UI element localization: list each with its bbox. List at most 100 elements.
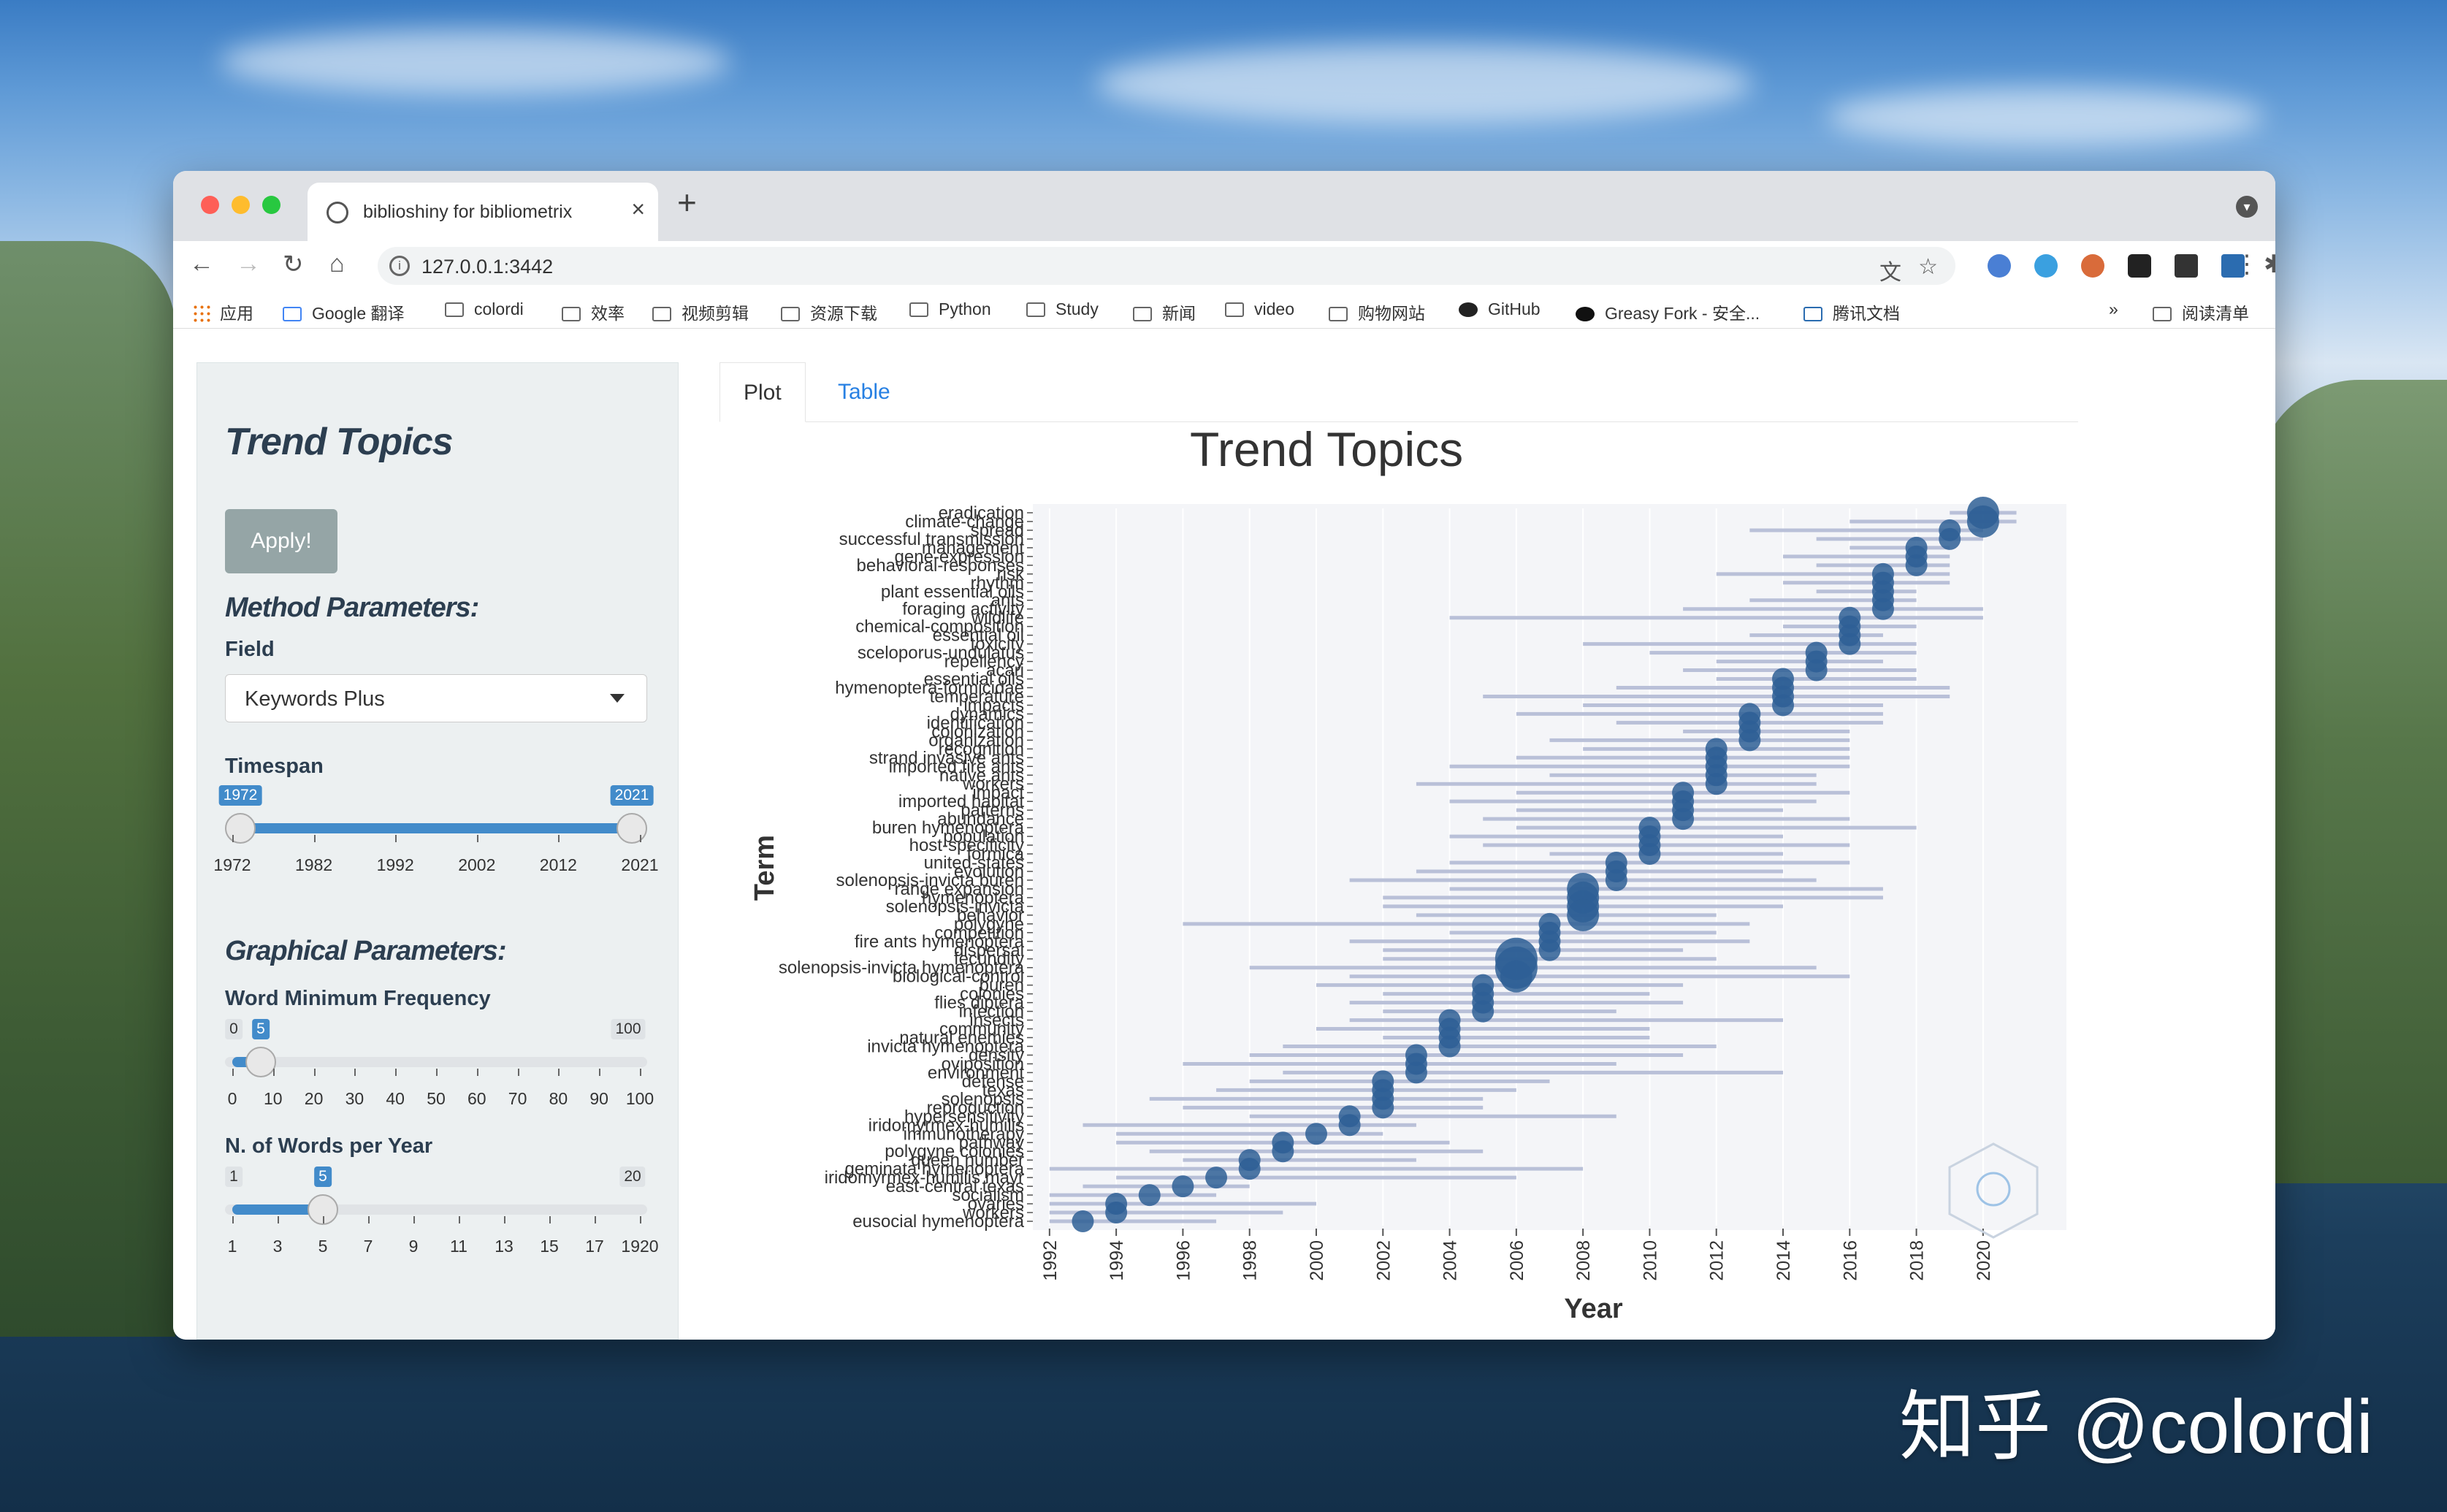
forward-icon[interactable]: → bbox=[236, 250, 261, 278]
tab-plot[interactable]: Plot bbox=[719, 362, 806, 422]
browser-window: biblioshiny for bibliometrix × + ▾ ← → ↻… bbox=[173, 171, 2275, 1340]
extensions-puzzle-icon[interactable]: ✱ bbox=[2264, 250, 2275, 279]
slider-tick-label: 1982 bbox=[295, 855, 333, 874]
main-panel: Plot Table Trend Topics 1992 1994 1996 1998 2… bbox=[679, 362, 2275, 1340]
slider-fill bbox=[240, 823, 632, 833]
minfreq-slider[interactable]: 0 5 100 0 10 20 30 40 50 60 70 80 90 100 bbox=[225, 1019, 654, 1108]
term-median-point bbox=[1705, 773, 1728, 795]
reading-list-icon bbox=[2153, 307, 2172, 321]
slider-tick-label: 30 bbox=[345, 1089, 364, 1108]
term-median-point bbox=[1272, 1140, 1294, 1163]
x-tick-label: 2008 bbox=[1573, 1240, 1594, 1281]
bookmark-folder[interactable]: 视频剪辑 bbox=[652, 299, 749, 324]
graphical-parameters-heading: Graphical Parameters: bbox=[225, 936, 507, 966]
reading-list[interactable]: 阅读清单 bbox=[2153, 299, 2249, 324]
slider-tick-mark bbox=[640, 835, 641, 842]
slider-tick-mark bbox=[272, 1069, 275, 1076]
close-window-icon[interactable] bbox=[201, 196, 219, 214]
term-median-point bbox=[1672, 808, 1695, 831]
url-text[interactable]: 127.0.0.1:3442 bbox=[421, 256, 553, 278]
bookmark-folder[interactable]: Python bbox=[909, 299, 991, 319]
words-per-year-label: N. of Words per Year bbox=[225, 1134, 433, 1158]
sidebar-title: Trend Topics bbox=[225, 421, 454, 463]
extension-icon[interactable] bbox=[2081, 254, 2104, 278]
slider-tick-mark bbox=[278, 1216, 279, 1223]
bookmark-github[interactable]: GitHub bbox=[1459, 299, 1541, 319]
background-cloud bbox=[219, 29, 730, 95]
reload-icon[interactable]: ↻ bbox=[283, 250, 304, 279]
slider-tick-label: 2021 bbox=[621, 855, 659, 874]
bookmark-google-translate[interactable]: Google 翻译 bbox=[283, 299, 405, 324]
plot-background bbox=[1033, 504, 2066, 1230]
words-per-year-slider[interactable]: 1 5 20 1 3 5 7 9 11 13 15 17 1920 bbox=[225, 1167, 659, 1256]
bookmark-tencent-docs[interactable]: 腾讯文档 bbox=[1803, 299, 1900, 324]
watermark-text: 知乎 @colordi bbox=[1899, 1385, 2373, 1470]
bookmark-folder[interactable]: 购物网站 bbox=[1329, 299, 1425, 324]
address-bar[interactable]: i 127.0.0.1:3442 文 ☆ bbox=[378, 247, 1955, 285]
folder-icon bbox=[909, 302, 928, 317]
term-median-point bbox=[1172, 1175, 1194, 1198]
term-median-point bbox=[1372, 1096, 1394, 1119]
term-median-point bbox=[1472, 1000, 1494, 1023]
tab-search-icon[interactable]: ▾ bbox=[2236, 196, 2258, 218]
slider-tick-label: 80 bbox=[549, 1089, 568, 1108]
field-select[interactable]: Keywords Plus bbox=[225, 674, 647, 722]
extension-icon[interactable] bbox=[2034, 254, 2058, 278]
extension-icon[interactable] bbox=[1988, 254, 2011, 278]
slider-from-badge: 1972 bbox=[218, 785, 262, 806]
folder-icon bbox=[652, 307, 671, 321]
x-tick-label: 2020 bbox=[1974, 1240, 1994, 1281]
slider-tick-label: 9 bbox=[408, 1237, 419, 1256]
browser-tab[interactable]: biblioshiny for bibliometrix × bbox=[308, 183, 658, 241]
bookmark-star-icon[interactable]: ☆ bbox=[1918, 254, 1938, 280]
tab-table[interactable]: Table bbox=[814, 362, 914, 422]
slider-tick-mark bbox=[599, 1069, 601, 1076]
x-tick-label: 2018 bbox=[1907, 1240, 1928, 1281]
extension-icon[interactable] bbox=[2128, 254, 2151, 278]
tab-close-icon[interactable]: × bbox=[631, 196, 645, 223]
folder-icon bbox=[1329, 307, 1348, 321]
bookmark-folder[interactable]: 资源下载 bbox=[781, 299, 877, 324]
slider-tick-label: 70 bbox=[508, 1089, 527, 1108]
background-mountain-right bbox=[2257, 380, 2447, 1183]
timespan-slider[interactable]: 1972 2021 1972 1982 1992 2002 2012 2021 bbox=[213, 785, 659, 874]
bookmark-greasy-fork[interactable]: Greasy Fork - 安全... bbox=[1576, 299, 1760, 324]
apply-button[interactable]: Apply! bbox=[225, 509, 337, 573]
slider-handle-from[interactable] bbox=[225, 813, 256, 844]
maximize-window-icon[interactable] bbox=[262, 196, 280, 214]
bookmark-folder[interactable]: video bbox=[1225, 299, 1294, 319]
term-median-point bbox=[1238, 1158, 1261, 1180]
slider-handle-to[interactable] bbox=[616, 813, 647, 844]
x-tick-label: 2014 bbox=[1774, 1240, 1794, 1281]
term-median-point bbox=[1738, 729, 1761, 752]
bookmark-folder[interactable]: Study bbox=[1026, 299, 1099, 319]
bookmark-folder[interactable]: 效率 bbox=[562, 299, 625, 324]
translate-icon[interactable]: 文 bbox=[1879, 254, 1901, 286]
minimize-window-icon[interactable] bbox=[232, 196, 250, 214]
field-select-value: Keywords Plus bbox=[245, 687, 385, 711]
result-tabs: Plot Table bbox=[719, 362, 2078, 422]
home-icon[interactable]: ⌂ bbox=[329, 250, 345, 278]
timespan-label: Timespan bbox=[225, 755, 324, 778]
slider-tick-mark bbox=[395, 835, 397, 842]
x-axis-label: Year bbox=[1564, 1294, 1623, 1324]
slider-tick-label: 3 bbox=[272, 1237, 283, 1256]
site-info-icon[interactable]: i bbox=[389, 256, 410, 276]
slider-tick-mark bbox=[395, 1069, 397, 1076]
bookmark-folder[interactable]: colordi bbox=[445, 299, 524, 319]
extension-icon[interactable] bbox=[2175, 254, 2198, 278]
slider-handle[interactable] bbox=[245, 1047, 276, 1077]
back-icon[interactable]: ← bbox=[189, 250, 214, 278]
bookmark-folder[interactable]: 新闻 bbox=[1133, 299, 1196, 324]
new-tab-button[interactable]: + bbox=[677, 183, 697, 222]
slider-tick-mark bbox=[476, 1069, 478, 1076]
slider-tick-mark bbox=[313, 1069, 316, 1076]
bookmarks-bar: 应用 Google 翻译 colordi 效率 视频剪辑 资源下载 Python… bbox=[173, 289, 2275, 329]
bookmarks-overflow-icon[interactable]: » bbox=[2109, 299, 2118, 319]
folder-icon bbox=[1026, 302, 1045, 317]
x-tick-label: 2000 bbox=[1307, 1240, 1327, 1281]
kebab-menu-icon[interactable]: ⋮ bbox=[2234, 250, 2259, 279]
term-median-point bbox=[1772, 694, 1795, 717]
slider-tick-mark bbox=[558, 1069, 560, 1076]
bookmark-apps[interactable]: 应用 bbox=[192, 299, 253, 324]
